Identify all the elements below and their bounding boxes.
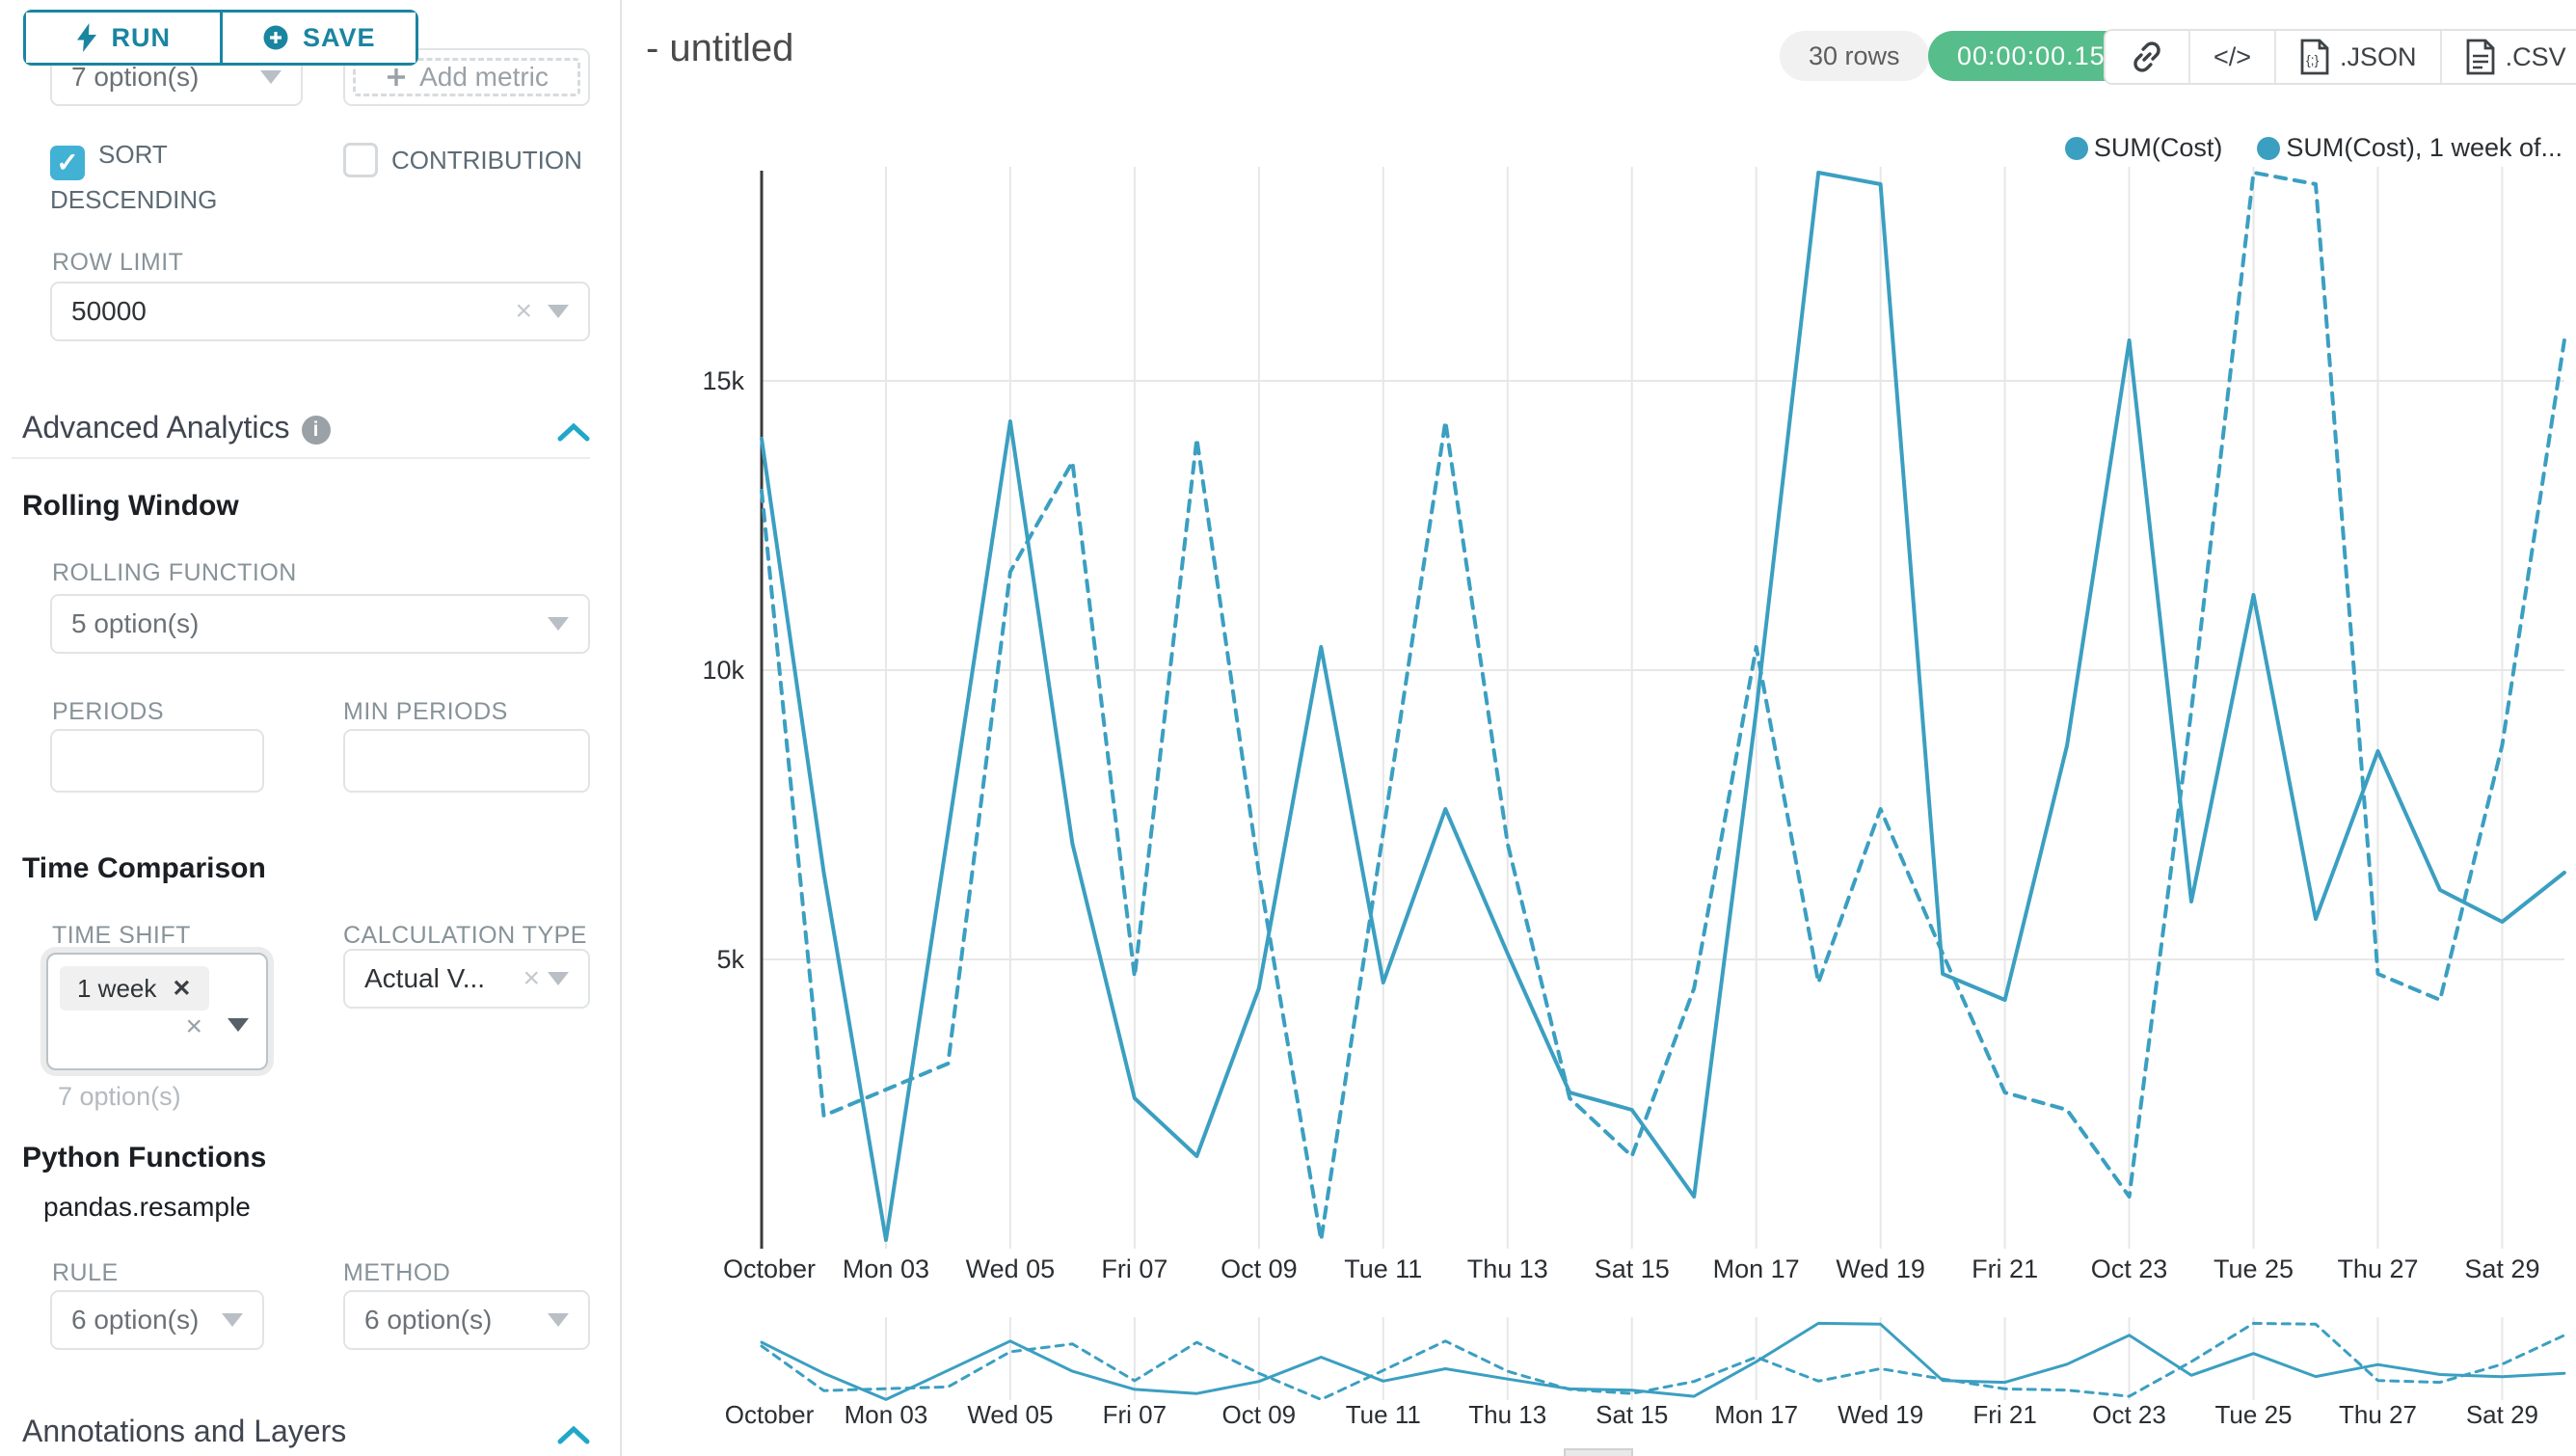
y-axis-tick-label: 15k <box>702 366 744 395</box>
mini-x-axis-tick-label: Mon 17 <box>1714 1400 1798 1429</box>
x-axis-tick-label: Tue 25 <box>2214 1254 2294 1283</box>
x-axis-tick-label: Thu 27 <box>2337 1254 2418 1283</box>
line-series-solid <box>762 173 2564 1240</box>
line-series-dashed <box>762 173 2564 1240</box>
x-axis-tick-label: Wed 05 <box>966 1254 1056 1283</box>
y-axis-tick-label: 10k <box>702 656 744 685</box>
mini-x-axis-tick-label: Sat 29 <box>2466 1400 2538 1429</box>
save-button[interactable]: SAVE <box>220 13 416 63</box>
save-button-label: SAVE <box>303 23 376 53</box>
mini-x-axis-tick-label: Oct 09 <box>1222 1400 1297 1429</box>
mini-line-series-dashed <box>762 1323 2564 1399</box>
mini-x-axis-tick-label: Oct 23 <box>2092 1400 2166 1429</box>
mini-x-axis-tick-label: Wed 05 <box>967 1400 1053 1429</box>
mini-x-axis-tick-label: Thu 27 <box>2339 1400 2417 1429</box>
plus-circle-icon <box>262 24 289 51</box>
mini-x-axis-tick-label: Tue 25 <box>2215 1400 2293 1429</box>
x-axis-tick-label: Oct 09 <box>1221 1254 1298 1283</box>
x-axis-tick-label: Fri 07 <box>1101 1254 1167 1283</box>
x-axis-tick-label: Sat 29 <box>2464 1254 2539 1283</box>
x-axis-tick-label: Thu 13 <box>1467 1254 1548 1283</box>
run-button[interactable]: RUN <box>26 13 220 63</box>
x-axis-tick-label: Sat 15 <box>1595 1254 1670 1283</box>
x-axis-tick-label: Mon 17 <box>1713 1254 1800 1283</box>
run-save-buttons: RUN SAVE <box>23 10 418 66</box>
mini-x-axis-tick-label: Thu 13 <box>1468 1400 1546 1429</box>
x-axis-tick-label: October <box>723 1254 816 1283</box>
mini-x-axis-tick-label: Mon 03 <box>845 1400 928 1429</box>
mini-x-axis-tick-label: Fri 07 <box>1103 1400 1167 1429</box>
y-axis-tick-label: 5k <box>716 945 744 974</box>
explore-page: 7 option(s) Add metric RUN SAVE ✓SORT DE… <box>0 0 2576 1456</box>
mini-x-axis-tick-label: Fri 21 <box>1972 1400 2036 1429</box>
mini-x-axis-tick-label: Sat 15 <box>1596 1400 1668 1429</box>
mini-x-axis-tick-label: Wed 19 <box>1838 1400 1923 1429</box>
x-axis-tick-label: Tue 11 <box>1344 1254 1422 1283</box>
timeseries-line-chart[interactable]: 5k 10k 15k October October Mon 03 Mon 03 Wed 05… <box>0 0 2576 1456</box>
lightning-icon <box>75 23 98 52</box>
mini-x-axis-tick-label: October <box>725 1400 815 1429</box>
brush-scroll-handle[interactable] <box>1564 1448 1633 1456</box>
x-axis-tick-label: Wed 19 <box>1836 1254 1925 1283</box>
x-axis-tick-label: Fri 21 <box>1972 1254 2038 1283</box>
mini-x-axis-tick-label: Tue 11 <box>1346 1400 1421 1429</box>
x-axis-tick-label: Mon 03 <box>843 1254 929 1283</box>
x-axis-tick-label: Oct 23 <box>2091 1254 2168 1283</box>
run-button-label: RUN <box>112 23 172 53</box>
